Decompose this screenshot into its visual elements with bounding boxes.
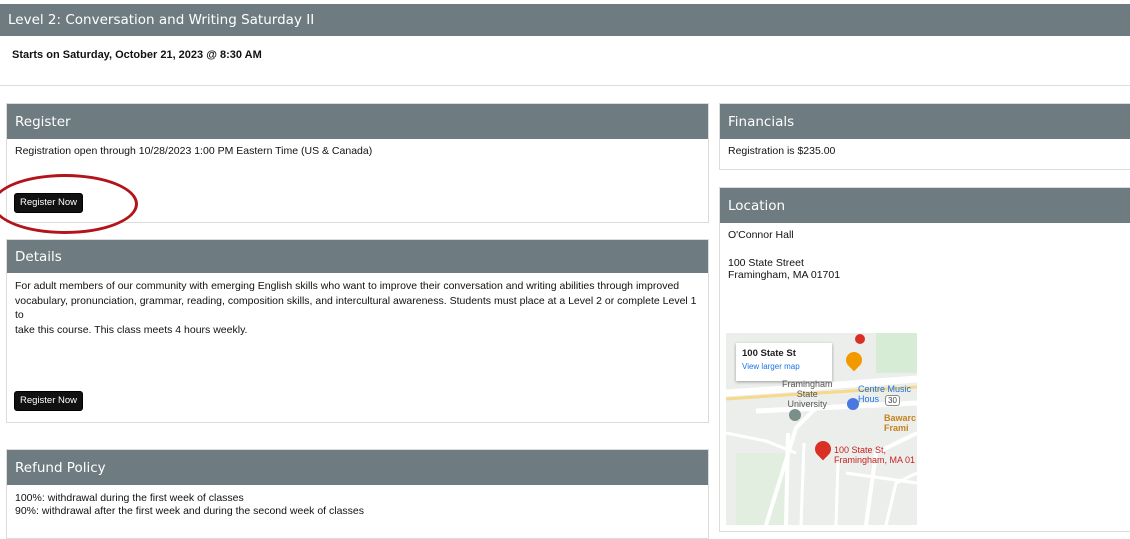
refund-line: 90%: withdrawal after the first week and… [15, 505, 365, 517]
course-title: Level 2: Conversation and Writing Saturd… [8, 12, 315, 28]
map-pin-label: 100 State St, Framingham, MA 01 [834, 445, 916, 465]
location-address: O'Connor Hall 100 State Street Framingha… [720, 223, 1130, 287]
refund-panel: Refund Policy 100%: withdrawal during th… [6, 449, 709, 539]
refund-line: 100%: withdrawal during the first week o… [15, 492, 244, 504]
details-line: take this course. This class meets 4 hou… [15, 323, 248, 336]
register-header-label: Register [15, 113, 71, 130]
details-header-label: Details [15, 248, 62, 265]
university-icon [789, 409, 801, 421]
details-line: For adult members of our community with … [15, 280, 680, 292]
register-text: Registration open through 10/28/2023 1:0… [15, 145, 373, 157]
shopping-icon [847, 398, 859, 410]
details-line: vocabulary, pronunciation, grammar, read… [15, 294, 697, 322]
financials-header: Financials [720, 104, 1130, 139]
location-city: Framingham, MA 01701 [728, 269, 841, 281]
location-map[interactable]: 100 State St View larger map Framingham … [726, 333, 917, 525]
map-card-title: 100 State St [742, 348, 796, 359]
location-header-label: Location [728, 197, 786, 214]
map-label-bawa: Bawarc Frami [884, 413, 917, 433]
register-now-button-2[interactable]: Register Now [14, 391, 84, 411]
map-label-route: 30 [885, 395, 900, 406]
details-description: For adult members of our community with … [7, 273, 708, 343]
course-start: Starts on Saturday, October 21, 2023 @ 8… [12, 49, 262, 61]
financials-header-label: Financials [728, 113, 795, 130]
view-larger-map-link[interactable]: View larger map [742, 362, 826, 371]
details-panel: Details For adult members of our communi… [6, 239, 709, 423]
refund-header: Refund Policy [7, 450, 708, 485]
map-label-univ: Framingham State University [782, 379, 833, 409]
details-header: Details [7, 240, 708, 273]
location-name: O'Connor Hall [728, 229, 794, 241]
register-now-button[interactable]: Register Now [14, 193, 84, 213]
register-panel: Register Registration open through 10/28… [6, 103, 709, 223]
register-header: Register [7, 104, 708, 139]
location-street: 100 State Street [728, 257, 804, 269]
refund-header-label: Refund Policy [15, 459, 106, 476]
location-header: Location [720, 188, 1130, 223]
refund-text: 100%: withdrawal during the first week o… [7, 485, 708, 524]
map-info-card: 100 State St View larger map [736, 343, 832, 381]
financials-text: Registration is $235.00 [728, 145, 836, 157]
course-title-bar: Level 2: Conversation and Writing Saturd… [0, 4, 1130, 36]
financials-panel: Financials Registration is $235.00 [719, 103, 1130, 170]
course-start-panel: Starts on Saturday, October 21, 2023 @ 8… [0, 36, 1130, 86]
